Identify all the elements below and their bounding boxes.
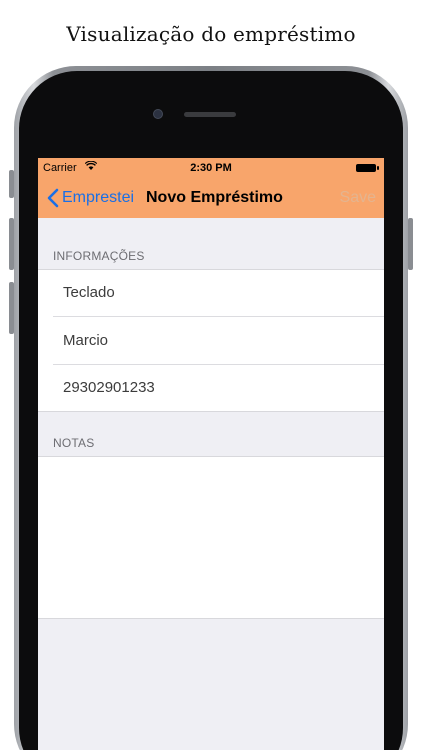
battery-icon bbox=[356, 164, 379, 172]
back-button[interactable]: Emprestei bbox=[46, 186, 134, 210]
app-screen: Carrier 2:30 PM Emprestei Novo Empréstim… bbox=[38, 158, 384, 750]
borrower-field-value: Marcio bbox=[63, 332, 109, 349]
mute-switch bbox=[9, 170, 14, 198]
info-group: Teclado Marcio 29302901233 bbox=[38, 269, 384, 412]
phone-field-value: 29302901233 bbox=[63, 379, 155, 396]
back-button-label: Emprestei bbox=[62, 189, 135, 206]
page-caption: Visualização do empréstimo bbox=[66, 22, 356, 46]
page-title: Novo Empréstimo bbox=[146, 189, 283, 206]
borrower-field[interactable]: Marcio bbox=[53, 318, 384, 365]
notes-textarea[interactable] bbox=[38, 456, 384, 619]
volume-up-button bbox=[9, 218, 14, 270]
section-header-notas: NOTAS bbox=[53, 436, 95, 450]
earpiece-speaker bbox=[184, 112, 236, 117]
navigation-bar: Carrier 2:30 PM Emprestei Novo Empréstim… bbox=[38, 158, 384, 218]
item-field-value: Teclado bbox=[63, 284, 115, 301]
status-time: 2:30 PM bbox=[190, 162, 232, 174]
phone-field[interactable]: 29302901233 bbox=[53, 365, 384, 412]
section-header-informacoes: INFORMAÇÕES bbox=[53, 249, 145, 263]
chevron-left-icon bbox=[46, 188, 60, 208]
front-camera bbox=[153, 109, 163, 119]
power-button bbox=[408, 218, 413, 270]
save-button[interactable]: Save bbox=[340, 189, 376, 207]
volume-down-button bbox=[9, 282, 14, 334]
item-field[interactable]: Teclado bbox=[53, 270, 384, 317]
status-bar: Carrier 2:30 PM bbox=[38, 158, 384, 178]
